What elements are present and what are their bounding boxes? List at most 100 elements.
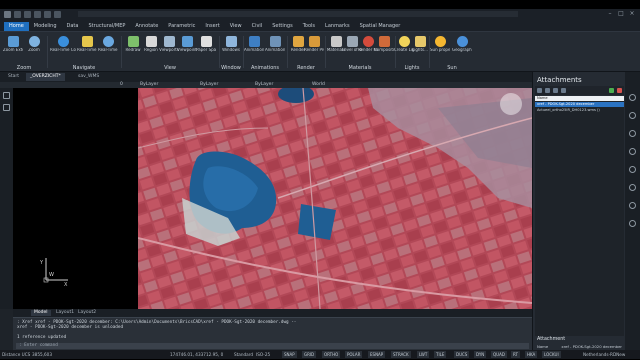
- minimize-icon[interactable]: –: [606, 11, 614, 17]
- viewports-button[interactable]: Viewports: [159, 35, 179, 61]
- list-item[interactable]: xref - PDOK-Sgt-2020 december: [535, 102, 624, 107]
- tab-parametric[interactable]: Parametric: [163, 22, 200, 31]
- status-toggle-hka[interactable]: HKA: [525, 351, 538, 358]
- refresh-icon[interactable]: [561, 88, 566, 93]
- tab-tools[interactable]: Tools: [298, 22, 320, 31]
- tab-insert[interactable]: Insert: [200, 22, 224, 31]
- lights-list-button[interactable]: Lights...: [410, 35, 430, 61]
- status-toggle-quad[interactable]: QUAD: [491, 351, 507, 358]
- attach-dwg-icon[interactable]: [537, 88, 542, 93]
- right-toolbar: [625, 72, 640, 359]
- panel-toolbar: [535, 86, 624, 95]
- help-panel-icon[interactable]: [629, 220, 636, 227]
- structure-panel-icon[interactable]: [629, 166, 636, 173]
- status-toggle-dyn[interactable]: DYN: [474, 351, 487, 358]
- properties-panel-icon[interactable]: [629, 94, 636, 101]
- status-toggle-strack[interactable]: STRACK: [391, 351, 411, 358]
- level-of-detail-icon: [346, 36, 358, 47]
- satellite-image-graphic: [138, 88, 532, 309]
- attachment-detail-title: Attachment: [537, 337, 566, 342]
- status-toggle-ortho[interactable]: ORTHO: [322, 351, 341, 358]
- geographic-location-button[interactable]: Geographic Location...: [452, 35, 472, 61]
- open-file-icon[interactable]: [24, 11, 31, 18]
- realtime-zoom-button[interactable]: Real-Time Zoom: [98, 35, 118, 61]
- layers-icon[interactable]: [3, 104, 10, 111]
- attach-pdf-icon[interactable]: [553, 88, 558, 93]
- realtime-sphere-button[interactable]: Real-Time Constrained Sphere: [50, 35, 76, 61]
- detach-icon[interactable]: [617, 88, 622, 93]
- list-header-name[interactable]: Name: [535, 96, 624, 101]
- render-presets-icon: [308, 36, 320, 47]
- drawing-explorer-icon[interactable]: [629, 184, 636, 191]
- status-toggle-tile[interactable]: TILE: [434, 351, 447, 358]
- render-presets-button[interactable]: Render Presets: [304, 35, 324, 61]
- home-icon[interactable]: [3, 92, 10, 99]
- ribbon-group-render: Render Render Presets Render: [288, 34, 324, 72]
- status-toggle-esnap[interactable]: ESNAP: [368, 351, 386, 358]
- left-toolbar: [0, 88, 13, 309]
- layers-panel-icon[interactable]: [629, 112, 636, 119]
- render-teapot-icon: [292, 36, 304, 47]
- realtime-pan-button[interactable]: Real-Time Pan: [77, 35, 97, 61]
- save-icon[interactable]: [34, 11, 41, 18]
- library-panel-icon[interactable]: [629, 148, 636, 155]
- status-toggle-lockui[interactable]: LOCKUI: [542, 351, 561, 358]
- drawing-area[interactable]: Y X W: [13, 88, 532, 309]
- motion-path-icon: [248, 36, 260, 47]
- status-toggle-rt[interactable]: RT: [511, 351, 520, 358]
- redraw-button[interactable]: Redraw: [123, 35, 143, 61]
- tab-lanmarks[interactable]: Lanmarks: [320, 22, 355, 31]
- status-text-style[interactable]: Standard: [234, 351, 253, 358]
- tab-data[interactable]: Data: [62, 22, 84, 31]
- tab-model[interactable]: Model: [31, 310, 51, 316]
- reload-icon[interactable]: [609, 88, 614, 93]
- doc-tab-overzicht[interactable]: _OVERZICHT*: [26, 73, 65, 81]
- ribbon-group-sun: Sun properties... Geographic Location...…: [430, 34, 474, 72]
- tab-home[interactable]: Home: [4, 22, 29, 31]
- redo-icon[interactable]: [54, 11, 61, 18]
- status-toggle-polar[interactable]: POLAR: [345, 351, 363, 358]
- tab-spatial-manager[interactable]: Spatial Manager: [355, 22, 406, 31]
- ribbon-group-navigate: Real-Time Constrained Sphere Real-Time P…: [48, 34, 120, 72]
- tab-civil[interactable]: Civil: [247, 22, 268, 31]
- animation-motion-path-button[interactable]: Animation Motion Path...: [244, 35, 264, 61]
- app-logo-icon[interactable]: [4, 11, 11, 18]
- doc-tab-sav-wms[interactable]: sav_WMS: [74, 73, 103, 81]
- windows-button[interactable]: Windows: [221, 35, 241, 61]
- status-toggle-lwt[interactable]: LWT: [417, 351, 430, 358]
- attach-image-icon[interactable]: [545, 88, 550, 93]
- render-material-icon: [362, 36, 374, 47]
- explorer-panel-icon[interactable]: [629, 130, 636, 137]
- composition-material-button[interactable]: Composition Material: [374, 35, 394, 61]
- status-toggle-snap[interactable]: SNAP: [282, 351, 297, 358]
- tab-layout2[interactable]: Layout2: [75, 310, 99, 316]
- status-toggle-ducs[interactable]: DUCS: [454, 351, 470, 358]
- status-workspace[interactable]: Netherlands-RDNew: [583, 351, 625, 358]
- zoom-button[interactable]: Zoom: [24, 35, 44, 61]
- paper-space-button[interactable]: Paper Space: [196, 35, 216, 61]
- layout-tabs: Model Layout1 Layout2: [13, 309, 532, 317]
- command-input[interactable]: : Enter command: [16, 343, 529, 349]
- tab-settings[interactable]: Settings: [267, 22, 298, 31]
- tab-layout1[interactable]: Layout1: [53, 310, 77, 316]
- zoom-extents-button[interactable]: Zoom Extents: [3, 35, 23, 61]
- new-file-icon[interactable]: [14, 11, 21, 18]
- redraw-icon: [127, 36, 139, 47]
- status-toggle-grid[interactable]: GRID: [302, 351, 317, 358]
- tab-modeling[interactable]: Modeling: [29, 22, 62, 31]
- status-dim-style[interactable]: ISO-25: [256, 351, 270, 358]
- doc-tab-start[interactable]: Start: [4, 73, 23, 81]
- attachments-panel-icon[interactable]: [629, 202, 636, 209]
- region-button[interactable]: Region: [141, 35, 161, 61]
- tab-view[interactable]: View: [225, 22, 247, 31]
- sun-properties-button[interactable]: Sun properties...: [430, 35, 450, 61]
- viewpoint-button[interactable]: Viewpoint: [177, 35, 197, 61]
- tab-annotate[interactable]: Annotate: [130, 22, 163, 31]
- close-icon[interactable]: ×: [628, 11, 636, 17]
- maximize-icon[interactable]: □: [617, 11, 625, 17]
- animation-editor-button[interactable]: Animation Editor: [265, 35, 285, 61]
- undo-icon[interactable]: [44, 11, 51, 18]
- list-item[interactable]: Actueel_ortho25IR_DH0123.wms (): [535, 108, 624, 113]
- attachments-list: Name xref - PDOK-Sgt-2020 december Actue…: [535, 96, 624, 336]
- tab-structural-mep[interactable]: Structural/MEP: [83, 22, 130, 31]
